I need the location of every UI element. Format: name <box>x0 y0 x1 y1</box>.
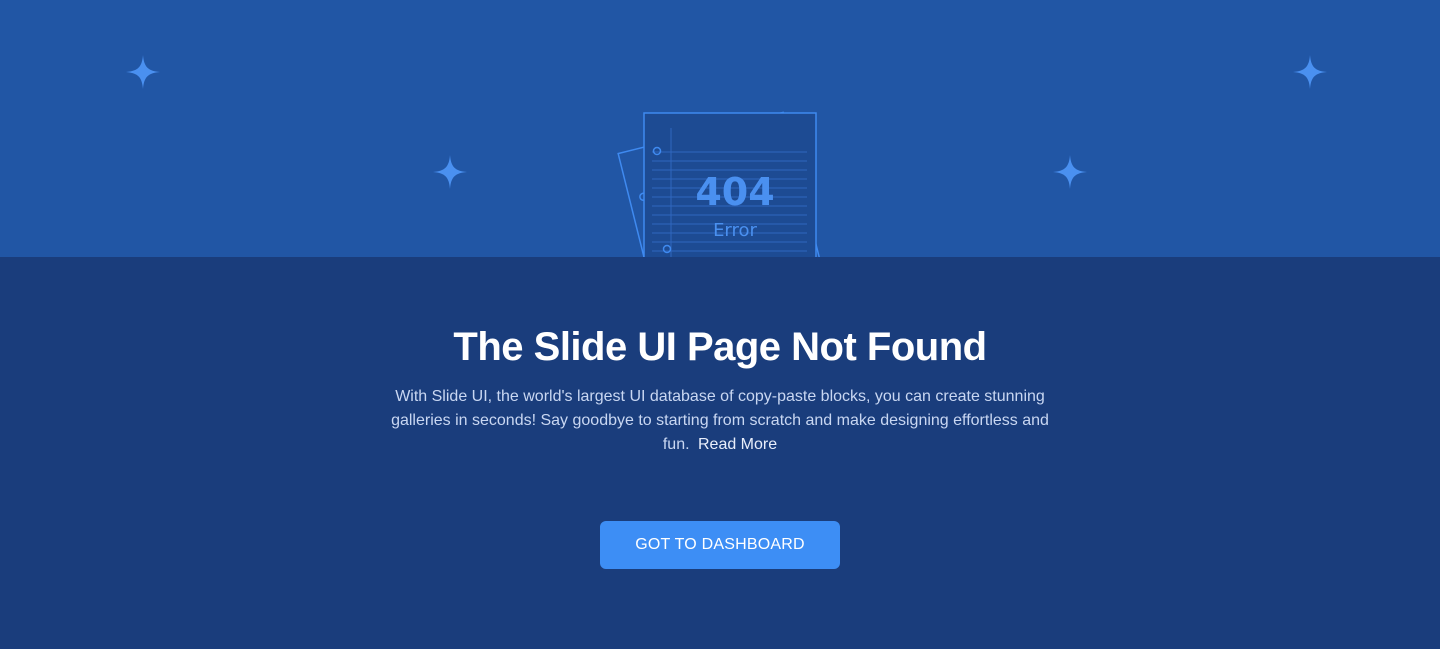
sparkle-icon <box>1293 55 1327 89</box>
error-code: 404 <box>695 170 774 214</box>
error-label: Error <box>713 220 757 241</box>
read-more-link[interactable]: Read More <box>698 436 777 453</box>
sparkle-icon <box>126 55 160 89</box>
sparkle-icon <box>433 155 467 189</box>
paper-stack-icon: 404 Error <box>600 90 840 257</box>
sparkle-icon <box>1053 155 1087 189</box>
page-description: With Slide UI, the world's largest UI da… <box>390 385 1050 457</box>
hero-banner: 404 Error <box>0 0 1440 257</box>
go-to-dashboard-button[interactable]: GOT TO DASHBOARD <box>600 521 840 569</box>
not-found-page: 404 Error The Slide UI Page Not Found Wi… <box>0 0 1440 649</box>
main-content: The Slide UI Page Not Found With Slide U… <box>0 257 1440 649</box>
page-title: The Slide UI Page Not Found <box>453 325 987 369</box>
